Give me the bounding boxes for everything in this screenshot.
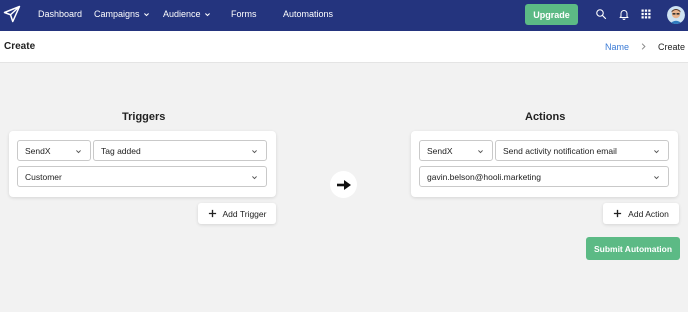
- action-type-select[interactable]: Send activity notification email: [495, 140, 669, 161]
- select-value: Tag added: [101, 145, 141, 156]
- add-trigger-label: Add Trigger: [222, 208, 267, 219]
- nav-item-dashboard[interactable]: Dashboard: [38, 9, 82, 19]
- avatar[interactable]: [667, 6, 685, 24]
- nav-item-campaigns[interactable]: Campaigns: [94, 9, 150, 19]
- paper-plane-logo-icon[interactable]: [3, 5, 21, 23]
- chevron-down-icon: [143, 12, 149, 16]
- plus-icon: [614, 209, 622, 218]
- submit-automation-button[interactable]: Submit Automation: [586, 237, 680, 260]
- grid-apps-icon[interactable]: [640, 8, 652, 20]
- plus-icon: [208, 209, 216, 218]
- nav-item-label: Forms: [231, 9, 257, 19]
- actions-title: Actions: [525, 111, 566, 123]
- nav-item-forms[interactable]: Forms: [231, 9, 257, 19]
- chevron-down-icon: [76, 150, 81, 154]
- action-value-select[interactable]: gavin.belson@hooli.marketing: [419, 166, 669, 187]
- chevron-right-icon: [641, 43, 646, 50]
- add-action-label: Add Action: [628, 208, 669, 219]
- nav-item-label: Automations: [283, 9, 334, 19]
- select-value: Customer: [25, 171, 62, 182]
- actions-card: SendX Send activity notification email g…: [411, 131, 678, 197]
- select-value: gavin.belson@hooli.marketing: [427, 171, 541, 182]
- page-title: Create: [4, 41, 36, 52]
- select-value: SendX: [25, 145, 51, 156]
- trigger-value-select[interactable]: Customer: [17, 166, 267, 187]
- action-source-select[interactable]: SendX: [419, 140, 493, 161]
- upgrade-button[interactable]: Upgrade: [525, 4, 578, 25]
- select-value: SendX: [427, 145, 453, 156]
- chevron-down-icon: [252, 150, 257, 154]
- nav-item-label: Dashboard: [38, 9, 83, 19]
- breadcrumb-link-name[interactable]: Name: [605, 42, 629, 52]
- nav-item-label: Campaigns: [94, 9, 140, 19]
- chevron-down-icon: [204, 12, 210, 16]
- chevron-down-icon: [252, 176, 257, 180]
- page-header: Create Name Create: [0, 31, 688, 63]
- add-trigger-button[interactable]: Add Trigger: [198, 203, 276, 224]
- flow-arrow: [330, 171, 357, 198]
- triggers-card: SendX Tag added Customer: [9, 131, 276, 197]
- chevron-down-icon: [478, 150, 483, 154]
- bell-icon[interactable]: [618, 8, 630, 20]
- nav-item-automations[interactable]: Automations: [283, 9, 333, 19]
- breadcrumb-current: Create: [658, 42, 686, 52]
- top-nav: Dashboard Campaigns Audience Forms Autom…: [0, 0, 688, 31]
- nav-item-audience[interactable]: Audience: [163, 9, 211, 19]
- trigger-source-select[interactable]: SendX: [17, 140, 91, 161]
- arrow-right-icon: [336, 179, 351, 190]
- nav-item-label: Audience: [163, 9, 201, 19]
- trigger-event-select[interactable]: Tag added: [93, 140, 267, 161]
- add-action-button[interactable]: Add Action: [603, 203, 679, 224]
- chevron-down-icon: [654, 176, 659, 180]
- triggers-title: Triggers: [122, 111, 166, 123]
- chevron-down-icon: [654, 150, 659, 154]
- select-value: Send activity notification email: [503, 145, 617, 156]
- search-icon[interactable]: [595, 8, 607, 20]
